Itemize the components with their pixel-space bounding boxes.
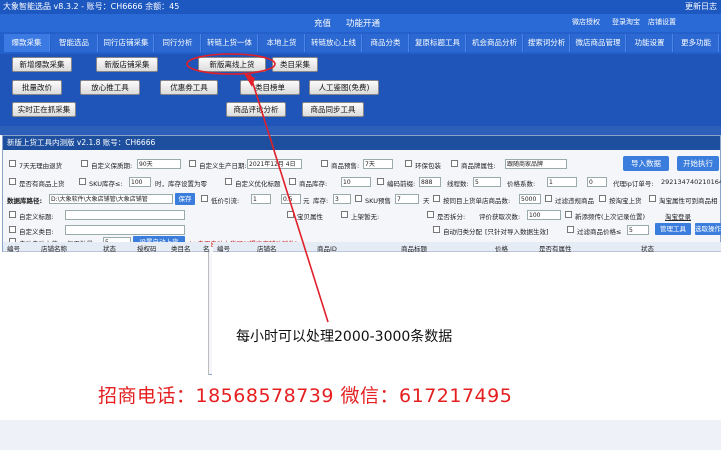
contact-info: 招商电话：18568578739 微信：617217495 bbox=[98, 385, 513, 407]
highlight-circle bbox=[186, 53, 276, 75]
arrow-line bbox=[249, 73, 329, 323]
bottom-strip bbox=[0, 420, 721, 450]
